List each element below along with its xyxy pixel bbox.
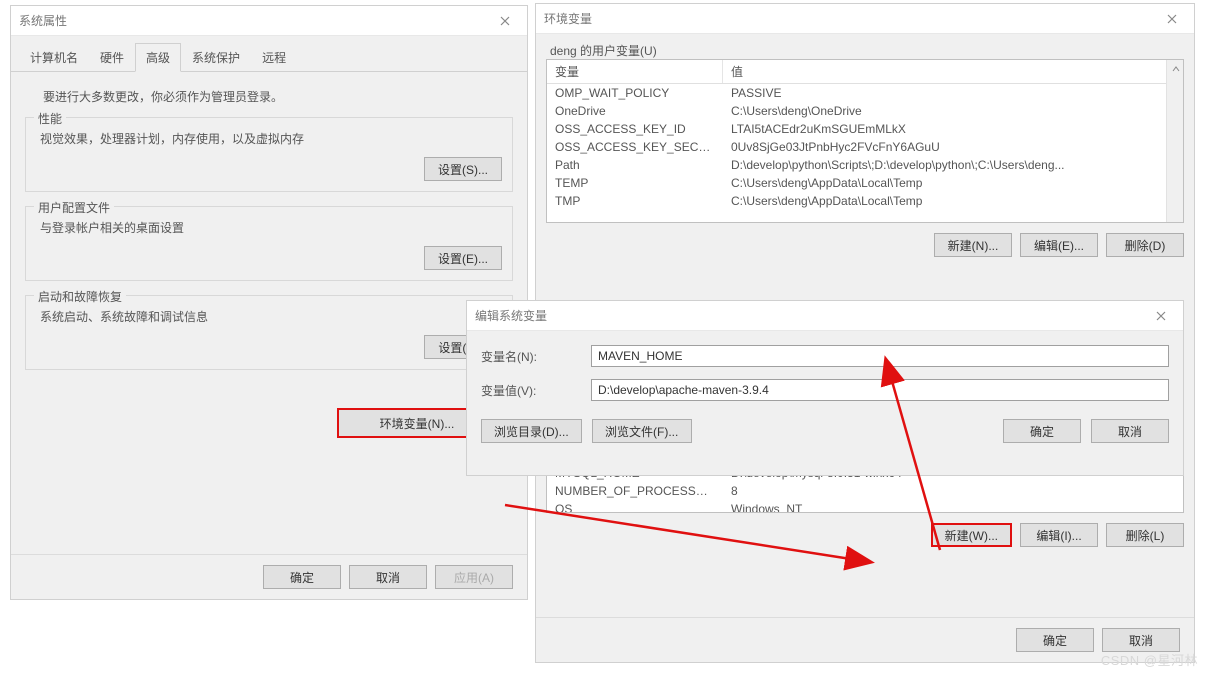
watermark: CSDN @星河林 [1101, 650, 1198, 669]
var-value-cell: 8 [723, 482, 1183, 500]
user-profile-settings-button[interactable]: 设置(E)... [424, 246, 502, 270]
sysprops-bottom-buttons: 确定 取消 应用(A) [11, 554, 527, 599]
user-edit-button[interactable]: 编辑(E)... [1020, 233, 1098, 257]
table-row[interactable]: TEMPC:\Users\deng\AppData\Local\Temp [547, 174, 1183, 192]
var-name-cell: OMP_WAIT_POLICY [547, 84, 723, 102]
editvar-cancel-button[interactable]: 取消 [1091, 419, 1169, 443]
var-value-cell: D:\develop\python\Scripts\;D:\develop\py… [723, 156, 1183, 174]
performance-desc: 视觉效果，处理器计划，内存使用，以及虚拟内存 [36, 126, 502, 157]
var-name-cell: OSS_ACCESS_KEY_SECRET [547, 138, 723, 156]
sysprops-ok-button[interactable]: 确定 [263, 565, 341, 589]
var-value-label: 变量值(V): [481, 382, 591, 399]
user-delete-button[interactable]: 删除(D) [1106, 233, 1184, 257]
performance-legend: 性能 [34, 110, 66, 127]
tab-hardware[interactable]: 硬件 [89, 43, 135, 72]
user-vars-header: 变量 值 [547, 60, 1183, 84]
close-icon[interactable] [1147, 305, 1175, 327]
performance-settings-button[interactable]: 设置(S)... [424, 157, 502, 181]
startup-desc: 系统启动、系统故障和调试信息 [36, 304, 502, 335]
sysprops-content: 要进行大多数更改，你必须作为管理员登录。 性能 视觉效果，处理器计划，内存使用，… [11, 72, 527, 554]
table-row[interactable]: OSS_ACCESS_KEY_SECRET0Uv8SjGe03JtPnbHyc2… [547, 138, 1183, 156]
var-name-cell: OSS_ACCESS_KEY_ID [547, 120, 723, 138]
table-row[interactable]: OneDriveC:\Users\deng\OneDrive [547, 102, 1183, 120]
startup-legend: 启动和故障恢复 [34, 288, 126, 305]
user-profile-legend: 用户配置文件 [34, 199, 114, 216]
tab-remote[interactable]: 远程 [251, 43, 297, 72]
user-profile-desc: 与登录帐户相关的桌面设置 [36, 215, 502, 246]
envvars-title-bar: 环境变量 [536, 4, 1194, 34]
var-name-label: 变量名(N): [481, 348, 591, 365]
var-name-row: 变量名(N): [467, 339, 1183, 373]
envvars-ok-button[interactable]: 确定 [1016, 628, 1094, 652]
editvar-title-bar: 编辑系统变量 [467, 301, 1183, 331]
close-icon[interactable] [1158, 8, 1186, 30]
var-name-cell: TMP [547, 192, 723, 210]
var-value-cell: 0Uv8SjGe03JtPnbHyc2FVcFnY6AGuU [723, 138, 1183, 156]
envvars-bottom-buttons: 确定 取消 [536, 617, 1194, 662]
var-value-cell: LTAI5tACEdr2uKmSGUEmMLkX [723, 120, 1183, 138]
table-row[interactable]: NUMBER_OF_PROCESSORS8 [547, 482, 1183, 500]
var-value-cell: PASSIVE [723, 84, 1183, 102]
system-delete-button[interactable]: 删除(L) [1106, 523, 1184, 547]
editvar-title: 编辑系统变量 [475, 307, 547, 324]
tab-advanced[interactable]: 高级 [135, 43, 181, 72]
user-vars-list[interactable]: 变量 值 OMP_WAIT_POLICYPASSIVEOneDriveC:\Us… [546, 59, 1184, 223]
table-row[interactable]: OSWindows_NT [547, 500, 1183, 513]
var-name-cell: NUMBER_OF_PROCESSORS [547, 482, 723, 500]
var-value-row: 变量值(V): [467, 373, 1183, 407]
var-name-cell: TEMP [547, 174, 723, 192]
user-profile-group: 用户配置文件 与登录帐户相关的桌面设置 设置(E)... [25, 206, 513, 281]
var-value-cell: Windows_NT [723, 500, 1183, 513]
table-row[interactable]: OMP_WAIT_POLICYPASSIVE [547, 84, 1183, 102]
user-vars-legend: deng 的用户变量(U) [550, 42, 1184, 59]
sysprops-title-bar: 系统属性 [11, 6, 527, 36]
browse-file-button[interactable]: 浏览文件(F)... [592, 419, 692, 443]
browse-directory-button[interactable]: 浏览目录(D)... [481, 419, 582, 443]
system-properties-dialog: 系统属性 计算机名 硬件 高级 系统保护 远程 要进行大多数更改，你必须作为管理… [10, 5, 528, 600]
sysprops-title: 系统属性 [19, 12, 67, 29]
var-value-cell: C:\Users\deng\OneDrive [723, 102, 1183, 120]
var-name-cell: Path [547, 156, 723, 174]
var-name-cell: OS [547, 500, 723, 513]
user-new-button[interactable]: 新建(N)... [934, 233, 1012, 257]
performance-group: 性能 视觉效果，处理器计划，内存使用，以及虚拟内存 设置(S)... [25, 117, 513, 192]
table-row[interactable]: PathD:\develop\python\Scripts\;D:\develo… [547, 156, 1183, 174]
sysprops-apply-button[interactable]: 应用(A) [435, 565, 513, 589]
tab-system-protection[interactable]: 系统保护 [181, 43, 251, 72]
editvar-ok-button[interactable]: 确定 [1003, 419, 1081, 443]
system-edit-button[interactable]: 编辑(I)... [1020, 523, 1098, 547]
chevron-up-icon[interactable] [1167, 60, 1184, 77]
startup-recovery-group: 启动和故障恢复 系统启动、系统故障和调试信息 设置(T)... [25, 295, 513, 370]
col-value[interactable]: 值 [723, 60, 1183, 83]
admin-notice: 要进行大多数更改，你必须作为管理员登录。 [25, 82, 513, 117]
system-new-button[interactable]: 新建(W)... [931, 523, 1012, 547]
var-value-cell: C:\Users\deng\AppData\Local\Temp [723, 192, 1183, 210]
edit-system-variable-dialog: 编辑系统变量 变量名(N): 变量值(V): 浏览目录(D)... 浏览文件(F… [466, 300, 1184, 476]
table-row[interactable]: OSS_ACCESS_KEY_IDLTAI5tACEdr2uKmSGUEmMLk… [547, 120, 1183, 138]
var-name-cell: OneDrive [547, 102, 723, 120]
user-vars-buttons: 新建(N)... 编辑(E)... 删除(D) [546, 233, 1184, 257]
sysprops-tabs: 计算机名 硬件 高级 系统保护 远程 [11, 36, 527, 72]
var-name-input[interactable] [591, 345, 1169, 367]
var-value-cell: C:\Users\deng\AppData\Local\Temp [723, 174, 1183, 192]
table-row[interactable]: TMPC:\Users\deng\AppData\Local\Temp [547, 192, 1183, 210]
scrollbar[interactable] [1166, 60, 1183, 222]
col-variable[interactable]: 变量 [547, 60, 723, 83]
editvar-buttons: 浏览目录(D)... 浏览文件(F)... 确定 取消 [467, 407, 1183, 455]
var-value-input[interactable] [591, 379, 1169, 401]
close-icon[interactable] [491, 10, 519, 32]
tab-computer-name[interactable]: 计算机名 [19, 43, 89, 72]
envvars-title: 环境变量 [544, 10, 592, 27]
system-vars-buttons: 新建(W)... 编辑(I)... 删除(L) [546, 523, 1184, 547]
envvars-cancel-button[interactable]: 取消 [1102, 628, 1180, 652]
sysprops-cancel-button[interactable]: 取消 [349, 565, 427, 589]
